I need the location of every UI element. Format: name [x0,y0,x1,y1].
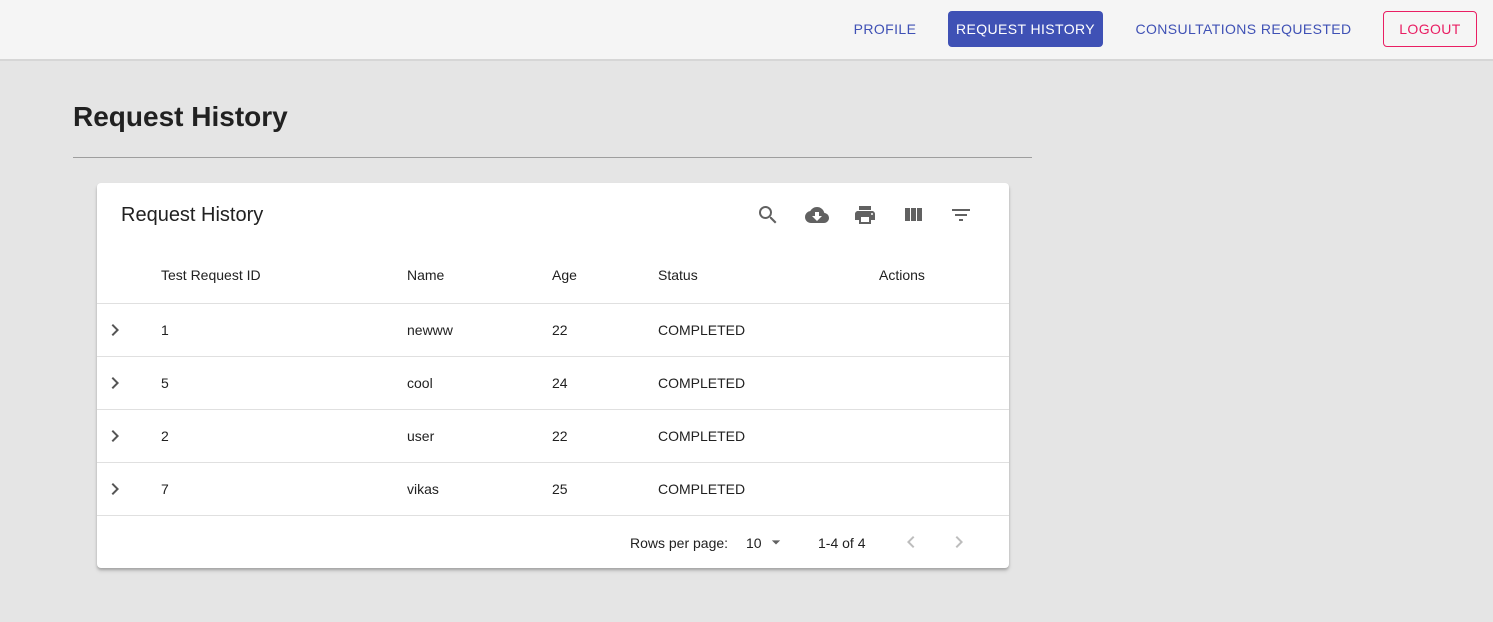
cell-status: COMPLETED [658,428,746,444]
cell-status: COMPLETED [658,481,746,497]
column-header-status[interactable]: Status [658,267,698,283]
cell-name: cool [407,375,433,391]
pagination-range: 1-4 of 4 [818,535,866,551]
nav-request-history-button[interactable]: REQUEST HISTORY [948,11,1103,47]
request-history-table-card: Request History Test Request ID Name Age… [97,183,1009,568]
cell-name: user [407,428,435,444]
cell-status: COMPLETED [658,375,746,391]
view-column-icon[interactable] [901,203,925,227]
column-header-name[interactable]: Name [407,267,444,283]
cell-age: 25 [552,481,568,497]
page-title: Request History [73,101,288,132]
table-title: Request History [121,204,264,226]
print-icon[interactable] [853,203,877,227]
chevron-right-icon[interactable] [103,318,127,342]
next-page-icon[interactable] [947,530,971,554]
cell-id: 5 [161,375,169,391]
cell-id: 2 [161,428,169,444]
logout-button[interactable]: LOGOUT [1383,11,1477,47]
nav-consultations-button[interactable]: CONSULTATIONS REQUESTED [1127,11,1360,47]
cell-age: 24 [552,375,568,391]
cloud-download-icon[interactable] [805,203,829,227]
chevron-right-icon[interactable] [103,371,127,395]
table-pagination: Rows per page: 10 1-4 of 4 [97,515,1009,568]
cell-status: COMPLETED [658,322,746,338]
rows-per-page-value: 10 [746,535,762,551]
app-bar: PROFILE REQUEST HISTORY CONSULTATIONS RE… [0,0,1493,61]
cell-id: 1 [161,322,169,338]
page-divider [73,157,1032,158]
previous-page-icon[interactable] [899,530,923,554]
table-row: 1 newww 22 COMPLETED [97,303,1009,356]
table-row: 7 vikas 25 COMPLETED [97,462,1009,515]
nav-profile-button[interactable]: PROFILE [845,11,925,47]
rows-per-page-label: Rows per page: [630,535,729,551]
cell-age: 22 [552,322,568,338]
table-row: 5 cool 24 COMPLETED [97,356,1009,409]
search-icon[interactable] [756,203,780,227]
filter-list-icon[interactable] [949,203,973,227]
column-header-actions: Actions [879,267,925,283]
column-header-id[interactable]: Test Request ID [161,267,261,283]
cell-age: 22 [552,428,568,444]
cell-name: newww [407,322,453,338]
arrow-drop-down-icon [766,532,786,552]
column-header-age[interactable]: Age [552,267,577,283]
cell-id: 7 [161,481,169,497]
table-row: 2 user 22 COMPLETED [97,409,1009,462]
cell-name: vikas [407,481,439,497]
chevron-right-icon[interactable] [103,424,127,448]
rows-per-page-select[interactable]: 10 [746,530,786,554]
chevron-right-icon[interactable] [103,477,127,501]
